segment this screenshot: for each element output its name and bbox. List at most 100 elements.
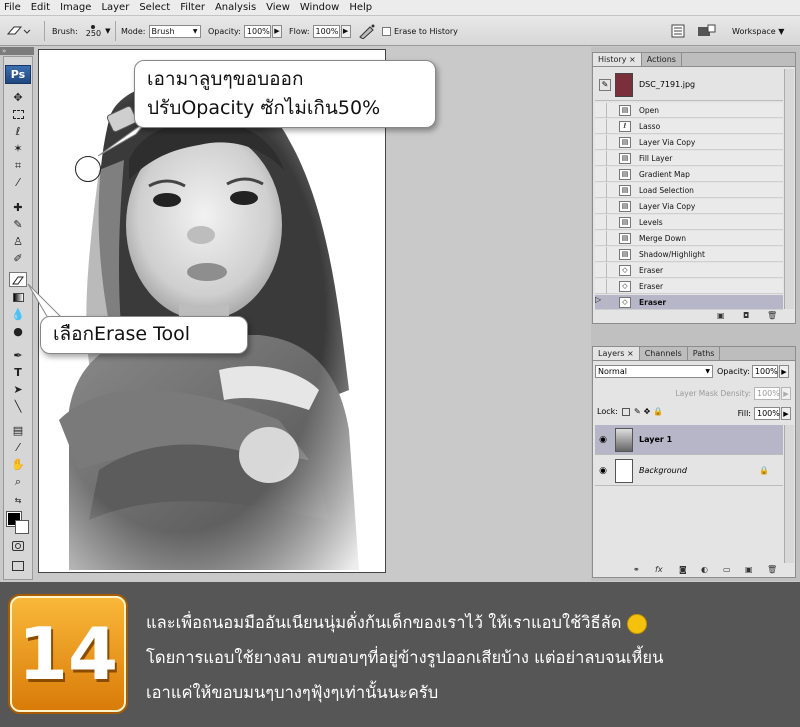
workspace-icon-button[interactable]	[697, 16, 717, 46]
menu-filter[interactable]: Filter	[180, 2, 205, 13]
link-layers-icon[interactable]: ⚭	[633, 565, 640, 574]
add-mask-icon[interactable]: ◙	[679, 565, 687, 574]
trash-icon[interactable]: 🗑	[767, 565, 777, 574]
screen-mode-icon[interactable]	[9, 558, 27, 573]
dodge-tool-icon[interactable]: ●	[9, 324, 27, 339]
blur-tool-icon[interactable]: 💧	[9, 307, 27, 322]
history-step[interactable]: ▤ Fill Layer	[595, 150, 783, 166]
history-step[interactable]: ℓ Lasso	[595, 118, 783, 134]
clone-stamp-tool-icon[interactable]: ♙	[9, 234, 27, 249]
history-step[interactable]: ▤ Load Selection	[595, 182, 783, 198]
menu-layer[interactable]: Layer	[101, 2, 129, 13]
brush-tool-icon[interactable]: ✎	[9, 217, 27, 232]
snapshot-thumbnail	[615, 72, 633, 97]
history-step[interactable]: ▤ Levels	[595, 214, 783, 230]
palette-well-button[interactable]	[671, 16, 685, 46]
background-color-swatch[interactable]	[15, 520, 29, 534]
layer-opacity-slider-button[interactable]: ▶	[778, 365, 789, 378]
swap-colors-icon[interactable]: ⇆	[9, 493, 27, 508]
type-tool-icon[interactable]: T	[9, 365, 27, 380]
eye-icon[interactable]: ◉	[595, 435, 611, 445]
history-step[interactable]: ▤ Shadow/Highlight	[595, 246, 783, 262]
menu-edit[interactable]: Edit	[31, 2, 50, 13]
mode-select[interactable]: Brush ▼	[148, 24, 201, 38]
chevron-down-icon[interactable]: ▼	[105, 27, 110, 35]
new-document-from-state-icon[interactable]: ▣	[717, 311, 725, 320]
layer-style-fx-icon[interactable]: fx	[655, 565, 663, 574]
history-step[interactable]: ▤ Layer Via Copy	[595, 134, 783, 150]
menu-analysis[interactable]: Analysis	[215, 2, 256, 13]
crop-tool-icon[interactable]: ⌗	[9, 158, 27, 173]
eyedropper-icon[interactable]: ⁄	[9, 440, 27, 455]
new-group-icon[interactable]: ▭	[723, 565, 731, 574]
menu-help[interactable]: Help	[349, 2, 372, 13]
healing-brush-tool-icon[interactable]: ✚	[9, 200, 27, 215]
history-step[interactable]: ▤ Merge Down	[595, 230, 783, 246]
new-layer-icon[interactable]: ▣	[745, 565, 753, 574]
erase-to-history-checkbox[interactable]	[382, 26, 391, 36]
lock-all-icon[interactable]: 🔒	[653, 407, 663, 416]
layer-row[interactable]: ◉ Background 🔒	[595, 456, 783, 486]
eraser-tool-icon[interactable]	[9, 272, 27, 287]
menu-select[interactable]: Select	[139, 2, 170, 13]
menu-view[interactable]: View	[266, 2, 290, 13]
eyedropper-tool-icon[interactable]: ⁄	[9, 175, 27, 190]
line-tool-icon[interactable]: ╲	[9, 399, 27, 414]
flow-slider-button[interactable]: ▶	[340, 24, 351, 38]
brush-picker[interactable]: 250	[86, 24, 101, 38]
trash-icon[interactable]: 🗑	[767, 311, 777, 320]
opacity-slider-button[interactable]: ▶	[271, 24, 282, 38]
quick-mask-icon[interactable]	[9, 538, 27, 553]
menu-image[interactable]: Image	[60, 2, 91, 13]
gradient-tool-icon[interactable]	[9, 290, 27, 305]
history-scrollbar[interactable]	[784, 69, 794, 309]
history-step[interactable]: ▤ Open	[595, 102, 783, 118]
flow-input[interactable]: 100%	[312, 24, 340, 38]
adjustment-layer-icon[interactable]: ◐	[701, 565, 708, 574]
tab-history[interactable]: History ×	[593, 53, 642, 66]
tab-channels[interactable]: Channels	[640, 347, 688, 360]
tab-actions[interactable]: Actions	[642, 53, 682, 66]
lock-label: Lock:	[597, 407, 618, 416]
callout-bubble-eraser: เลือกErase Tool	[40, 316, 248, 354]
pen-tool-icon[interactable]: ✒	[9, 348, 27, 363]
magic-wand-tool-icon[interactable]: ✶	[9, 141, 27, 156]
camera-snapshot-icon[interactable]: ◘	[743, 311, 749, 320]
notes-tool-icon[interactable]: ▤	[9, 423, 27, 438]
history-brush-tool-icon[interactable]: ✐	[9, 251, 27, 266]
path-selection-tool-icon[interactable]: ➤	[9, 382, 27, 397]
history-step[interactable]: ▤ Gradient Map	[595, 166, 783, 182]
lock-position-icon[interactable]: ✥	[644, 407, 651, 416]
lock-transparency-icon[interactable]	[621, 407, 630, 416]
workspace-menu[interactable]: Workspace ▼	[732, 16, 784, 46]
tools-panel-header[interactable]: »	[0, 47, 34, 55]
fill-input[interactable]: 100%	[754, 407, 780, 420]
history-step[interactable]: ◇ Eraser	[595, 278, 783, 294]
zoom-tool-icon[interactable]: ⌕	[9, 474, 27, 489]
history-brush-source-icon[interactable]: ✎	[599, 78, 611, 91]
lock-pixels-icon[interactable]: ✎	[634, 407, 641, 416]
opacity-input[interactable]: 100%	[243, 24, 271, 38]
tool-preset-picker[interactable]	[5, 16, 31, 46]
layers-scrollbar[interactable]	[784, 425, 794, 563]
history-step-selected[interactable]: ▷ ◇ Eraser	[595, 294, 783, 310]
move-tool-icon[interactable]: ✥	[9, 90, 27, 105]
tab-paths[interactable]: Paths	[688, 347, 721, 360]
lasso-tool-icon[interactable]: ℓ	[9, 124, 27, 139]
history-step[interactable]: ▤ Layer Via Copy	[595, 198, 783, 214]
menu-window[interactable]: Window	[300, 2, 339, 13]
layer-opacity-input[interactable]: 100%	[751, 365, 778, 378]
airbrush-toggle[interactable]	[358, 16, 376, 46]
history-snapshot[interactable]: ✎ DSC_7191.jpg	[595, 69, 783, 101]
marquee-tool-icon[interactable]	[9, 107, 27, 122]
document-icon: ▤	[619, 152, 631, 164]
tab-layers[interactable]: Layers ×	[593, 347, 640, 360]
photo-child-image	[39, 50, 385, 572]
fill-slider-button[interactable]: ▶	[781, 407, 791, 420]
menu-file[interactable]: File	[4, 2, 21, 13]
blend-mode-select[interactable]: Normal ▼	[595, 365, 713, 378]
eye-icon[interactable]: ◉	[595, 466, 611, 476]
layer-row-selected[interactable]: ◉ Layer 1	[595, 425, 783, 455]
hand-tool-icon[interactable]: ✋	[9, 457, 27, 472]
history-step[interactable]: ◇ Eraser	[595, 262, 783, 278]
